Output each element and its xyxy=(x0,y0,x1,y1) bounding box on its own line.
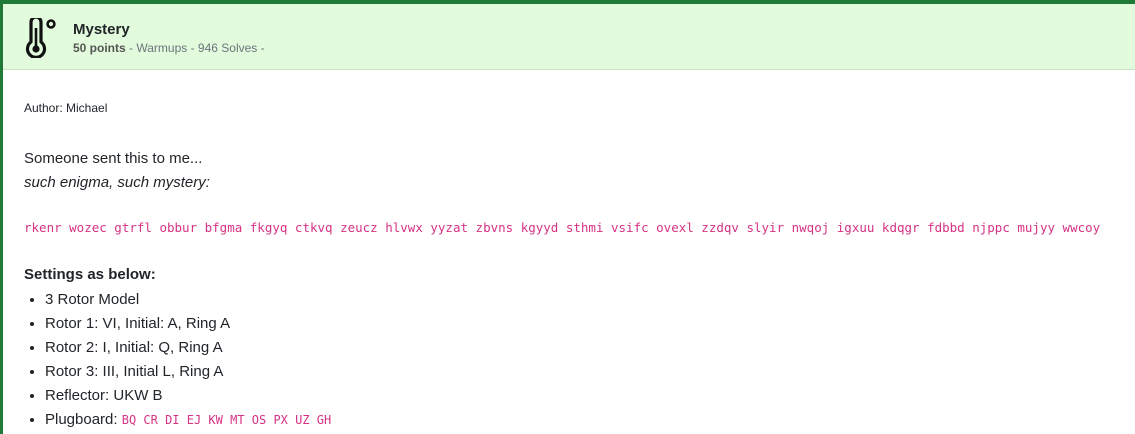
settings-heading: Settings as below: xyxy=(24,266,156,283)
settings-item-rotor-model: 3 Rotor Model xyxy=(45,288,331,312)
ciphertext: rkenr wozec gtrfl obbur bfgma fkgyq ctkv… xyxy=(24,220,1101,235)
challenge-meta: 50 points - Warmups - 946 Solves - xyxy=(73,41,265,55)
settings-item-plugboard: Plugboard: BQ CR DI EJ KW MT OS PX UZ GH xyxy=(45,408,331,432)
author-line: Author: Michael xyxy=(24,101,108,115)
intro-italic-line: such enigma, such mystery: xyxy=(24,174,210,191)
challenge-points: 50 points xyxy=(73,41,126,55)
intro-text: Someone sent this to me... such enigma, … xyxy=(24,147,210,195)
challenge-category-solves: - Warmups - 946 Solves - xyxy=(125,41,265,55)
settings-item-rotor-3: Rotor 3: III, Initial L, Ring A xyxy=(45,360,331,384)
plugboard-value: BQ CR DI EJ KW MT OS PX UZ GH xyxy=(121,413,332,427)
settings-list: 3 Rotor Model Rotor 1: VI, Initial: A, R… xyxy=(24,288,331,432)
challenge-header[interactable]: Mystery 50 points - Warmups - 946 Solves… xyxy=(3,4,1135,70)
challenge-title: Mystery xyxy=(73,21,130,38)
plugboard-label: Plugboard: xyxy=(45,411,122,428)
settings-item-rotor-1: Rotor 1: VI, Initial: A, Ring A xyxy=(45,312,331,336)
challenge-card: Mystery 50 points - Warmups - 946 Solves… xyxy=(0,0,1135,434)
thermometer-icon xyxy=(25,18,56,58)
settings-item-rotor-2: Rotor 2: I, Initial: Q, Ring A xyxy=(45,336,331,360)
settings-item-reflector: Reflector: UKW B xyxy=(45,384,331,408)
intro-line: Someone sent this to me... xyxy=(24,150,203,167)
